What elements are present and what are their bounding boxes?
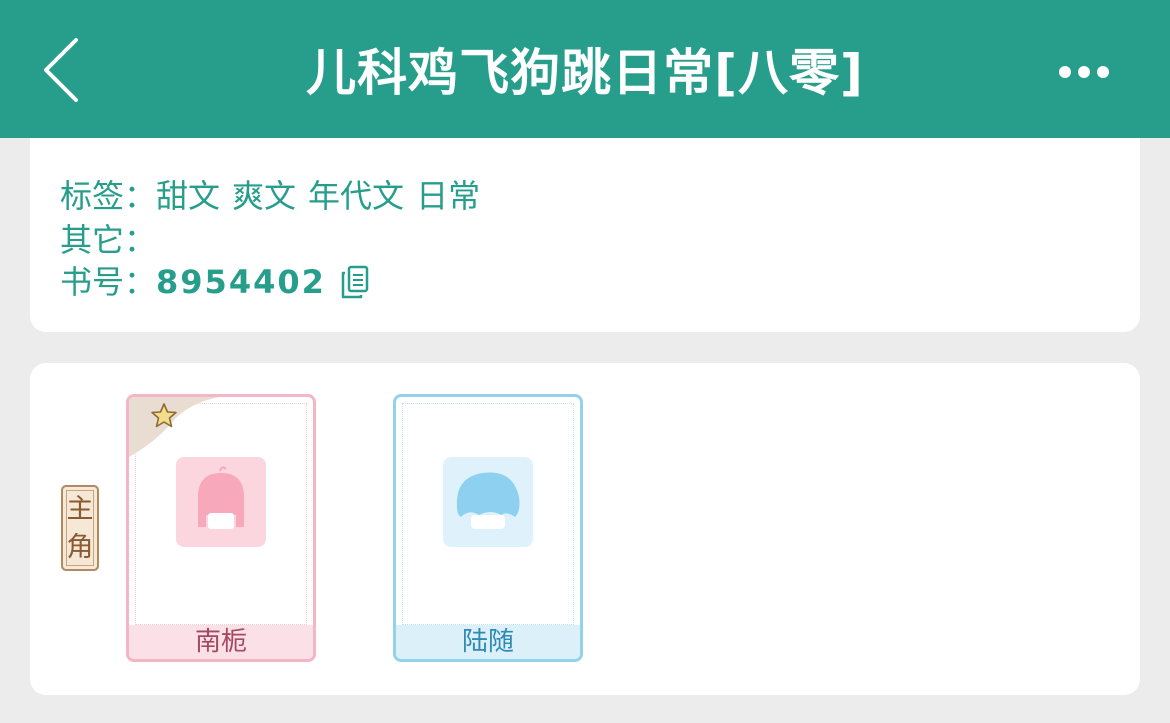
other-label: 其它： bbox=[60, 221, 157, 259]
tag-item[interactable]: 年代文 bbox=[308, 177, 404, 215]
other-row: 其它： bbox=[60, 218, 156, 262]
back-button[interactable] bbox=[30, 30, 100, 110]
copy-button[interactable] bbox=[340, 265, 370, 310]
role-label-bottom: 角 bbox=[66, 532, 94, 563]
protagonist-badge: 主 角 bbox=[61, 485, 99, 571]
star-icon bbox=[151, 403, 177, 428]
book-id-value: 8954402 bbox=[156, 263, 326, 301]
book-info-card: 标签：甜文 爽文 年代文 日常 其它： 书号：8954402 bbox=[30, 138, 1140, 332]
female-avatar-icon bbox=[198, 466, 244, 529]
page-title: 儿科鸡飞狗跳日常[八零] bbox=[306, 44, 864, 102]
book-id-row: 书号：8954402 bbox=[60, 260, 370, 310]
tags-label: 标签： bbox=[60, 177, 157, 215]
role-label-top: 主 bbox=[66, 494, 94, 525]
top-bar: 儿科鸡飞狗跳日常[八零] bbox=[0, 0, 1170, 138]
book-id-label: 书号： bbox=[60, 263, 157, 301]
characters-card: 主 角 南栀 陆随 bbox=[30, 363, 1140, 695]
more-button[interactable] bbox=[1050, 52, 1120, 92]
character-name: 南栀 bbox=[129, 625, 313, 659]
tag-item[interactable]: 爽文 bbox=[232, 177, 296, 215]
copy-icon bbox=[341, 265, 369, 299]
character-card-nanzhi[interactable]: 南栀 bbox=[126, 394, 316, 662]
male-avatar-icon bbox=[456, 472, 520, 529]
character-card-lusui[interactable]: 陆随 bbox=[393, 394, 583, 662]
tag-item[interactable]: 日常 bbox=[416, 177, 480, 215]
character-name: 陆随 bbox=[396, 625, 580, 659]
more-horizontal-icon bbox=[1059, 66, 1109, 78]
avatar bbox=[176, 457, 266, 547]
avatar bbox=[443, 457, 533, 547]
chevron-left-icon bbox=[44, 38, 78, 102]
tags-row: 标签：甜文 爽文 年代文 日常 bbox=[60, 174, 492, 218]
tag-item[interactable]: 甜文 bbox=[156, 177, 220, 215]
